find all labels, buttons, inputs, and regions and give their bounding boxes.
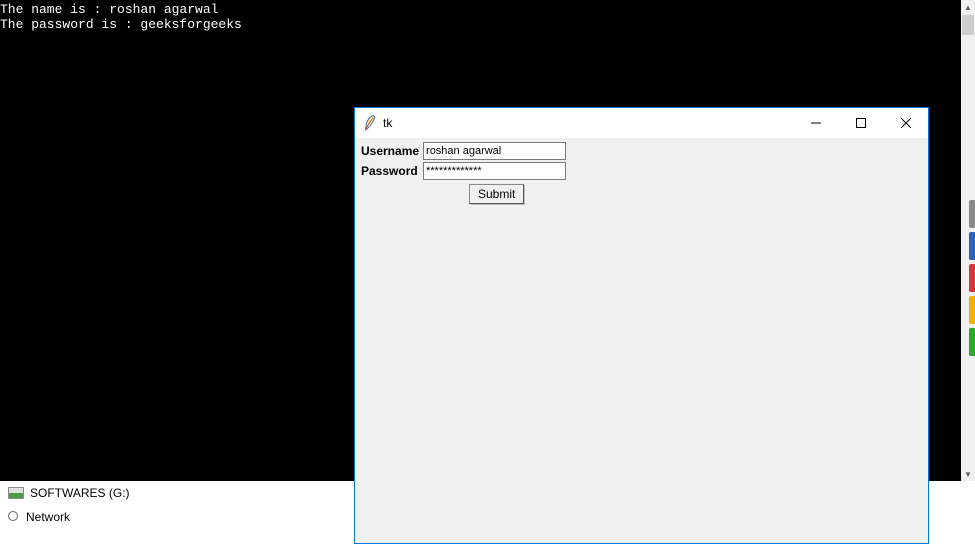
tk-window-title: tk [383,116,793,130]
close-icon [901,118,911,128]
password-label: Password [361,164,423,178]
tk-titlebar[interactable]: tk [355,108,928,138]
drive-label: SOFTWARES (G:) [30,486,130,500]
edge-tab-icon[interactable] [969,264,975,292]
password-input[interactable] [423,162,566,180]
network-icon [8,510,20,524]
close-button[interactable] [883,108,928,138]
username-label: Username [361,144,423,158]
edge-tabs [969,200,975,360]
scroll-up-arrow-icon[interactable]: ▲ [961,0,975,14]
edge-tab-icon[interactable] [969,232,975,260]
submit-button[interactable]: Submit [469,184,524,204]
minimize-icon [811,118,821,128]
minimize-button[interactable] [793,108,838,138]
scroll-down-arrow-icon[interactable]: ▼ [961,467,975,481]
maximize-icon [856,118,866,128]
console-output-line: The password is : geeksforgeeks [0,17,961,32]
tk-window: tk Username Password Submit [354,107,929,544]
network-label: Network [26,510,70,524]
edge-tab-icon[interactable] [969,200,975,228]
scrollbar-thumb[interactable] [962,15,974,35]
edge-tab-icon[interactable] [969,328,975,356]
console-output-line: The name is : roshan agarwal [0,2,961,17]
edge-tab-icon[interactable] [969,296,975,324]
submit-row: Submit [361,184,922,204]
maximize-button[interactable] [838,108,883,138]
tk-feather-icon [363,115,377,131]
tk-body: Username Password Submit [355,138,928,208]
password-row: Password [361,162,922,180]
drive-icon [8,487,24,499]
window-controls [793,108,928,138]
username-input[interactable] [423,142,566,160]
username-row: Username [361,142,922,160]
